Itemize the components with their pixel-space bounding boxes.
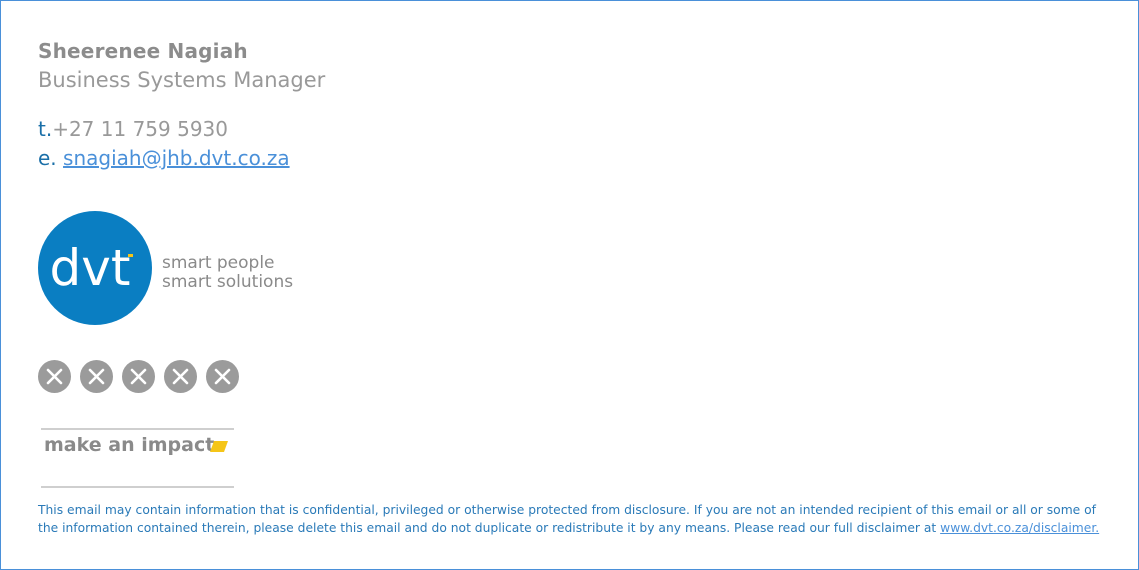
tagline-line-1: smart people xyxy=(162,253,275,273)
banner-bottom-divider xyxy=(41,486,234,488)
signature-phone: t.+27 11 759 5930 xyxy=(38,117,228,141)
phone-number: +27 11 759 5930 xyxy=(52,117,229,141)
email-prefix: e. xyxy=(38,146,57,170)
dvt-logo[interactable]: dvt xyxy=(38,211,152,325)
banner-text: make an impact xyxy=(44,434,215,456)
email-signature-frame: Sheerenee Nagiah Business Systems Manage… xyxy=(0,0,1139,570)
tagline-line-2: smart solutions xyxy=(162,272,294,292)
disclaimer-link[interactable]: www.dvt.co.za/disclaimer. xyxy=(940,521,1099,535)
logo-brand-text: dvt xyxy=(50,239,131,297)
email-link[interactable]: snagiah@jhb.dvt.co.za xyxy=(63,146,290,170)
broken-image-icon[interactable] xyxy=(206,360,239,393)
broken-image-icon[interactable] xyxy=(164,360,197,393)
logo-tagline: smart people smart solutions xyxy=(162,254,293,292)
broken-image-icon[interactable] xyxy=(122,360,155,393)
broken-image-icon[interactable] xyxy=(38,360,71,393)
signature-email: e. snagiah@jhb.dvt.co.za xyxy=(38,146,290,170)
signature-name: Sheerenee Nagiah xyxy=(38,39,248,63)
signature-job-title: Business Systems Manager xyxy=(38,68,326,92)
social-icons-row xyxy=(38,360,239,393)
phone-prefix: t. xyxy=(38,117,53,141)
logo-accent xyxy=(128,254,133,257)
disclaimer: This email may contain information that … xyxy=(38,501,1108,537)
banner-accent-icon xyxy=(210,441,228,452)
disclaimer-text: This email may contain information that … xyxy=(38,503,1097,535)
banner-top-divider xyxy=(41,428,234,430)
broken-image-icon[interactable] xyxy=(80,360,113,393)
